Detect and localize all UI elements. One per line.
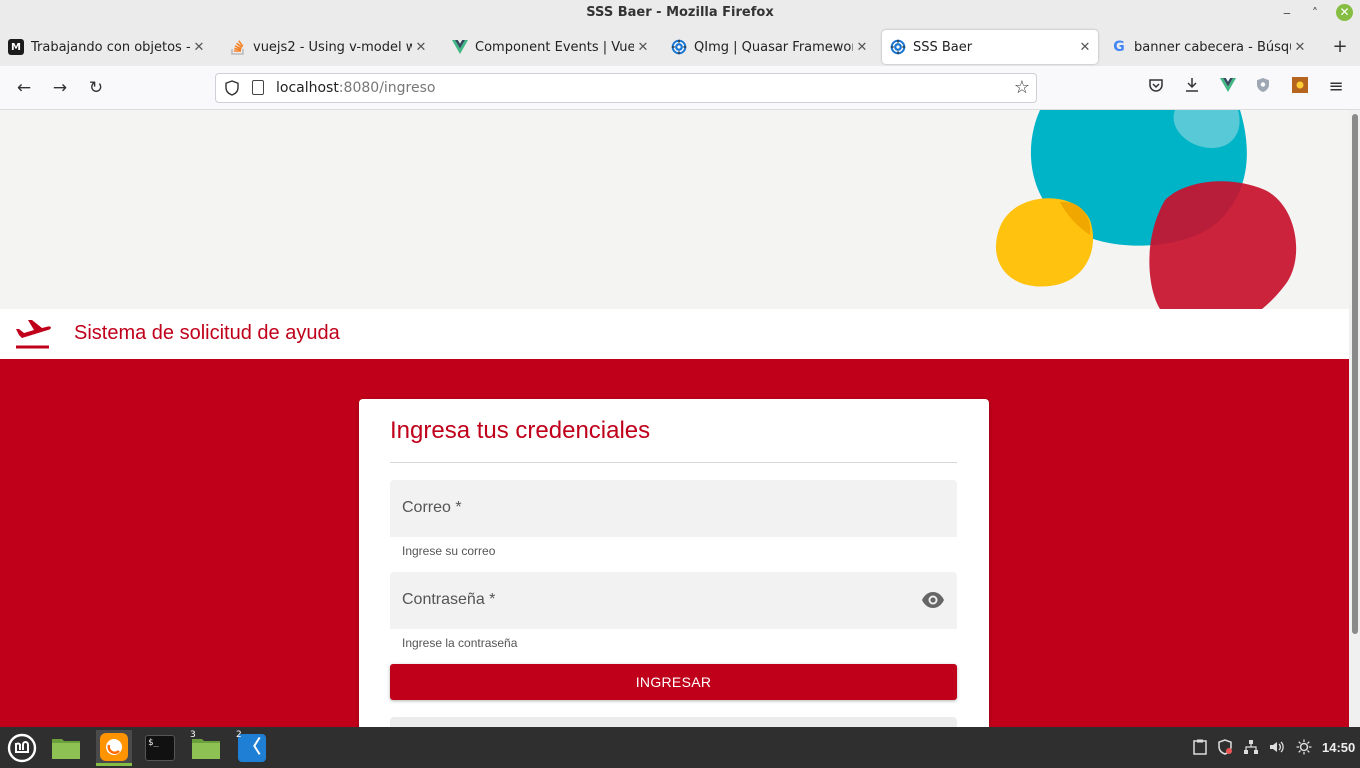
pocket-icon[interactable] [1146, 77, 1166, 97]
google-icon: G [1113, 39, 1125, 55]
tab-mdn[interactable]: M Trabajando con objetos - Ja ✕ [0, 30, 212, 64]
login-title: Ingresa tus credenciales [390, 417, 651, 444]
mint-menu-icon[interactable] [4, 730, 40, 766]
tab-google-search[interactable]: G banner cabecera - Búsqued ✕ [1103, 30, 1313, 64]
volume-icon[interactable] [1268, 739, 1286, 757]
minimize-icon[interactable]: ‒ [1278, 4, 1296, 22]
network-icon[interactable] [1242, 739, 1260, 757]
url-path: :8080/ingreso [338, 80, 436, 96]
bookmark-star-icon[interactable]: ☆ [1014, 77, 1030, 98]
reload-icon[interactable]: ↻ [84, 76, 108, 100]
files-icon[interactable] [48, 730, 84, 766]
page-scrollbar[interactable] [1349, 110, 1360, 727]
downloads-icon[interactable] [1182, 77, 1202, 97]
password-hint: Ingrese la contraseña [402, 636, 518, 650]
tab-close-icon[interactable]: ✕ [190, 40, 208, 55]
stackoverflow-icon [230, 39, 246, 55]
files-icon[interactable]: 3 [188, 730, 224, 766]
header-banner [0, 110, 1349, 309]
url-bar[interactable]: localhost:8080/ingreso ☆ [215, 73, 1037, 103]
url-text[interactable]: localhost:8080/ingreso [276, 80, 435, 96]
email-field[interactable]: Correo * [390, 480, 957, 537]
login-submit-button[interactable]: INGRESAR [390, 664, 957, 700]
tab-close-icon[interactable]: ✕ [412, 40, 430, 55]
vue-icon [452, 39, 468, 55]
next-field[interactable] [390, 717, 957, 727]
terminal-icon[interactable]: $_ [142, 730, 178, 766]
window-title: SSS Baer - Mozilla Firefox [586, 5, 774, 20]
close-window-icon[interactable]: ✕ [1336, 4, 1353, 21]
divider [390, 462, 957, 463]
tab-stackoverflow[interactable]: vuejs2 - Using v-model with ✕ [222, 30, 434, 64]
decorative-blobs [995, 110, 1297, 309]
new-tab-button[interactable]: + [1330, 36, 1350, 57]
tab-label: vuejs2 - Using v-model with [253, 39, 412, 55]
mdn-icon: M [8, 39, 24, 55]
terminal-prompt: $_ [145, 735, 175, 761]
visibility-eye-icon[interactable] [921, 590, 945, 610]
email-input[interactable] [390, 480, 957, 537]
tracking-shield-icon[interactable] [224, 80, 240, 96]
quasar-icon [671, 39, 687, 55]
vscode-logo: 〈 [238, 734, 266, 762]
page-viewport: Sistema de solicitud de ayuda Ingresa tu… [0, 110, 1349, 727]
tab-label: banner cabecera - Búsqued [1134, 39, 1291, 55]
window-count-badge: 2 [236, 730, 242, 740]
navigation-toolbar: ← → ↻ localhost:8080/ingreso ☆ ≡ [0, 66, 1360, 110]
tab-close-icon[interactable]: ✕ [1076, 40, 1094, 55]
tab-sss-baer[interactable]: SSS Baer ✕ [882, 30, 1098, 64]
tab-vue[interactable]: Component Events | Vue.js ✕ [444, 30, 656, 64]
firefox-icon[interactable] [96, 730, 132, 766]
hamburger-menu-icon[interactable]: ≡ [1326, 77, 1346, 97]
shield-update-icon[interactable] [1216, 739, 1234, 757]
clock[interactable]: 14:50 [1322, 740, 1355, 755]
app-header: Sistema de solicitud de ayuda [0, 309, 1349, 359]
vue-devtools-icon[interactable] [1218, 77, 1238, 97]
forward-icon[interactable]: → [48, 76, 72, 100]
page-info-icon[interactable] [252, 80, 264, 95]
app-title: Sistema de solicitud de ayuda [74, 322, 340, 344]
tab-close-icon[interactable]: ✕ [1291, 40, 1309, 55]
url-host: localhost [276, 80, 339, 96]
tab-close-icon[interactable]: ✕ [634, 40, 652, 55]
window-count-badge: 3 [190, 730, 196, 740]
tab-strip: M Trabajando con objetos - Ja ✕ vuejs2 -… [0, 26, 1360, 66]
tab-close-icon[interactable]: ✕ [853, 40, 871, 55]
brightness-icon[interactable] [1295, 739, 1313, 757]
tab-label: Trabajando con objetos - Ja [31, 39, 190, 55]
scrollbar-thumb[interactable] [1352, 114, 1358, 634]
back-icon[interactable]: ← [12, 76, 36, 100]
password-field[interactable]: Contraseña * [390, 572, 957, 629]
vscode-icon[interactable]: 2 〈 [234, 730, 270, 766]
tab-label: QImg | Quasar Framework [694, 39, 853, 55]
flight-takeoff-icon [16, 320, 51, 349]
extension-icon[interactable] [1290, 77, 1310, 97]
privacy-extension-icon[interactable] [1253, 77, 1273, 97]
window-titlebar: SSS Baer - Mozilla Firefox ‒ ˄ ✕ [0, 0, 1360, 26]
system-taskbar: $_ 3 2 〈 14:50 [0, 727, 1360, 768]
tab-label: SSS Baer [913, 39, 973, 55]
password-input[interactable] [390, 572, 957, 629]
login-card: Ingresa tus credenciales Correo * Ingres… [359, 399, 989, 727]
quasar-icon [890, 39, 906, 55]
tab-quasar-qimg[interactable]: QImg | Quasar Framework ✕ [663, 30, 875, 64]
tab-label: Component Events | Vue.js [475, 39, 634, 55]
maximize-icon[interactable]: ˄ [1306, 4, 1324, 22]
clipboard-icon[interactable] [1191, 739, 1209, 757]
email-hint: Ingrese su correo [402, 544, 496, 558]
